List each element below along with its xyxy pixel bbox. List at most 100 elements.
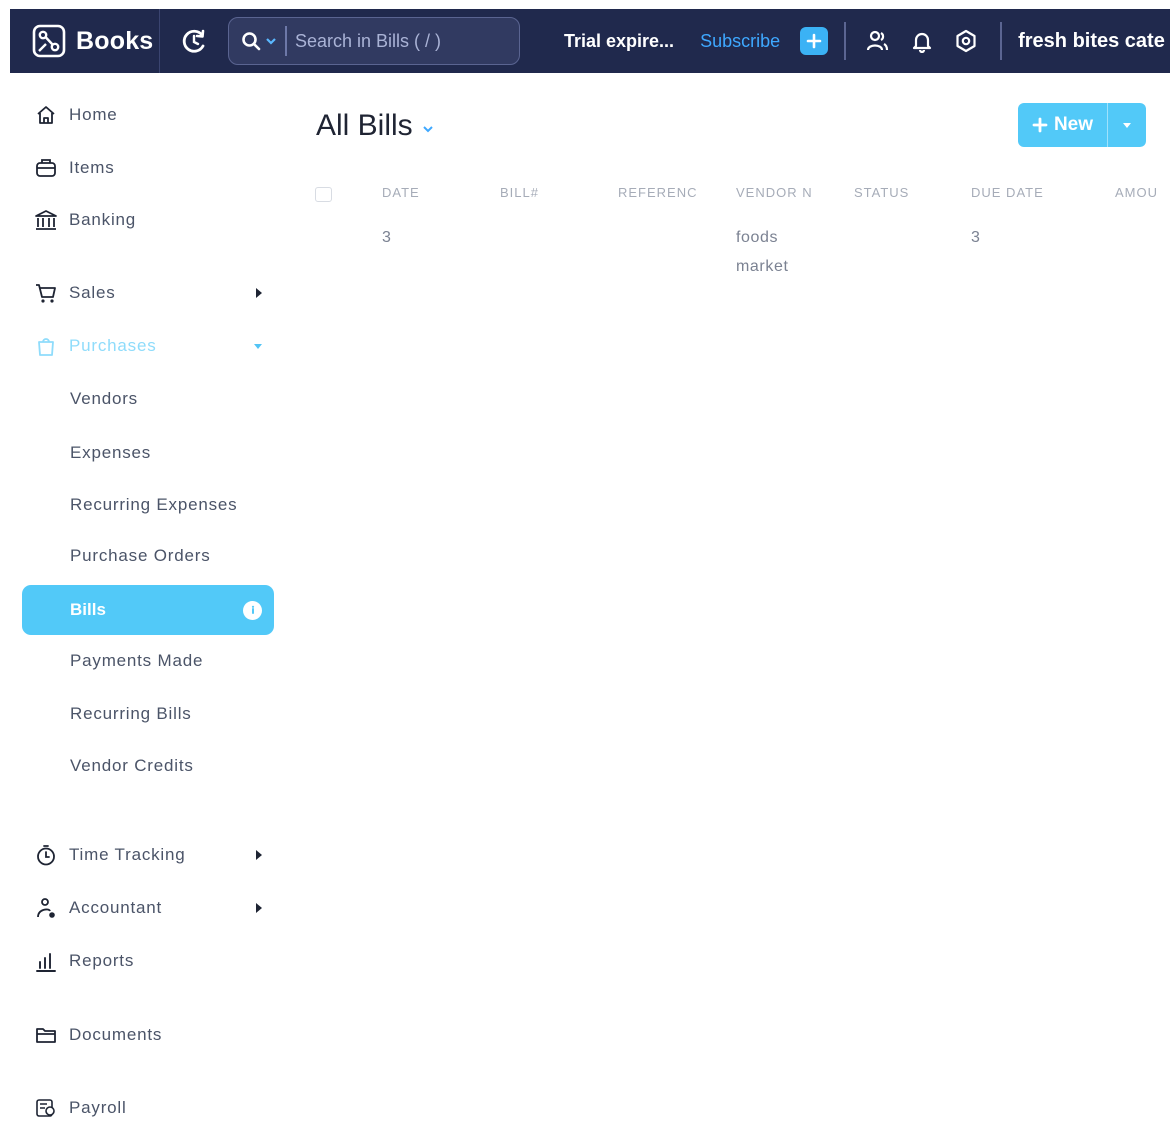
sidebar-item-reports[interactable]: Reports	[22, 939, 274, 983]
sidebar-item-label: Sales	[69, 283, 116, 302]
sidebar-item-payments-made[interactable]: Payments Made	[22, 639, 274, 683]
sidebar-item-label: Reports	[69, 951, 135, 970]
view-selector[interactable]: All Bills	[316, 109, 435, 143]
global-search	[228, 17, 527, 65]
sidebar-item-recurring-bills[interactable]: Recurring Bills	[22, 692, 274, 736]
sidebar-item-label: Home	[69, 105, 118, 124]
search-input[interactable]	[287, 18, 527, 64]
chevron-right-icon	[256, 288, 262, 298]
history-icon	[182, 29, 205, 53]
new-options-dropdown[interactable]	[1107, 103, 1146, 147]
sidebar-item-label: Items	[69, 158, 115, 177]
trial-status: Trial expire...	[564, 30, 675, 51]
sidebar-item-sales[interactable]: Sales	[22, 271, 274, 315]
sidebar-item-label: Vendor Credits	[70, 756, 194, 775]
search-icon	[242, 32, 261, 51]
sidebar-item-vendor-credits[interactable]: Vendor Credits	[22, 744, 274, 788]
organization-name[interactable]: fresh bites cate	[1018, 30, 1165, 53]
cell-date: 3	[382, 229, 392, 246]
sidebar-item-label: Recurring Expenses	[70, 495, 238, 514]
payroll-icon	[33, 1095, 59, 1121]
cart-icon	[33, 280, 59, 306]
bank-icon	[33, 207, 59, 233]
sidebar-item-documents[interactable]: Documents	[22, 1013, 274, 1057]
column-header-vendor-name[interactable]: VENDOR N	[736, 185, 820, 200]
sidebar-item-purchases[interactable]: Purchases	[22, 324, 274, 368]
sidebar-item-expenses[interactable]: Expenses	[22, 431, 274, 475]
subscribe-link[interactable]: Subscribe	[700, 31, 780, 52]
main-content: All Bills New DATE BILL# REFERENC VENDOR…	[285, 73, 1170, 1124]
basket-icon	[33, 155, 59, 181]
plus-icon	[806, 33, 822, 49]
sidebar-item-label: Documents	[69, 1025, 163, 1044]
referral-button[interactable]	[862, 25, 894, 57]
table-header: DATE BILL# REFERENC VENDOR N STATUS DUE …	[285, 185, 1170, 207]
sidebar-item-banking[interactable]: Banking	[22, 198, 274, 242]
books-logo-icon	[32, 24, 66, 58]
sidebar-item-time-tracking[interactable]: Time Tracking	[22, 833, 274, 877]
sidebar-item-items[interactable]: Items	[22, 146, 274, 190]
sidebar: Home Items Banking Sales Purchases Vendo…	[0, 73, 285, 1124]
users-icon	[867, 30, 889, 51]
column-header-reference[interactable]: REFERENC	[618, 185, 706, 200]
sidebar-item-recurring-expenses[interactable]: Recurring Expenses	[22, 483, 274, 527]
info-icon[interactable]	[243, 600, 262, 620]
sidebar-item-label: Expenses	[70, 443, 152, 462]
folder-icon	[33, 1022, 59, 1048]
sidebar-item-payroll[interactable]: Payroll	[22, 1086, 274, 1124]
new-button-label: New	[1053, 114, 1094, 135]
sidebar-item-accountant[interactable]: Accountant	[22, 886, 274, 930]
chevron-right-icon	[256, 850, 262, 860]
brand[interactable]: Books	[10, 9, 160, 73]
column-header-due-date[interactable]: DUE DATE	[971, 185, 1044, 200]
sidebar-item-label: Payments Made	[70, 651, 204, 670]
page-title: All Bills	[316, 109, 413, 142]
sidebar-item-label: Bills	[70, 600, 106, 619]
column-header-date[interactable]: DATE	[382, 185, 420, 200]
gear-icon	[956, 29, 976, 53]
column-header-bill-number[interactable]: BILL#	[500, 185, 539, 200]
cell-due-date: 3	[971, 229, 981, 246]
top-bar: Books Trial expire... Subscribe	[10, 9, 1170, 73]
chevron-down-icon	[266, 38, 276, 45]
recent-history-button[interactable]	[174, 21, 214, 61]
new-bill-button[interactable]: New	[1018, 103, 1107, 147]
divider	[844, 22, 847, 60]
chevron-down-icon	[254, 343, 262, 349]
sidebar-item-label: Recurring Bills	[70, 704, 192, 723]
bar-chart-icon	[33, 948, 59, 974]
stopwatch-icon	[33, 842, 59, 868]
accountant-icon	[33, 895, 59, 921]
shopping-bag-icon	[33, 333, 59, 359]
chevron-right-icon	[256, 903, 262, 913]
sidebar-item-label: Time Tracking	[69, 845, 186, 864]
sidebar-item-label: Payroll	[69, 1098, 127, 1117]
home-icon	[33, 102, 59, 128]
column-header-amount[interactable]: AMOU	[1115, 185, 1158, 200]
table-row[interactable]: 3 foods market 3	[285, 223, 1170, 283]
bell-icon	[913, 32, 932, 53]
sidebar-item-label: Purchase Orders	[70, 546, 211, 565]
vendor-name-line: market	[736, 258, 789, 275]
vendor-name-line: foods	[736, 229, 779, 246]
new-bill-group: New	[1018, 103, 1146, 147]
notifications-button[interactable]	[906, 25, 938, 57]
sidebar-item-vendors[interactable]: Vendors	[22, 377, 274, 421]
column-header-status[interactable]: STATUS	[854, 185, 909, 200]
quick-create-button[interactable]	[800, 27, 829, 55]
chevron-down-icon	[422, 126, 433, 133]
search-scope-dropdown[interactable]	[229, 26, 287, 56]
sidebar-item-label: Purchases	[69, 336, 157, 355]
sidebar-item-label: Accountant	[69, 898, 163, 917]
sidebar-item-label: Vendors	[70, 389, 138, 408]
settings-button[interactable]	[950, 25, 982, 57]
divider	[1000, 22, 1003, 60]
sidebar-item-bills[interactable]: Bills	[22, 585, 274, 635]
sidebar-item-label: Banking	[69, 210, 137, 229]
cell-vendor-name[interactable]: foods market	[736, 223, 789, 281]
caret-down-icon	[1123, 123, 1131, 128]
sidebar-item-home[interactable]: Home	[22, 93, 274, 137]
sidebar-item-purchase-orders[interactable]: Purchase Orders	[22, 534, 274, 578]
plus-icon	[1032, 117, 1048, 133]
app-name: Books	[76, 26, 154, 55]
